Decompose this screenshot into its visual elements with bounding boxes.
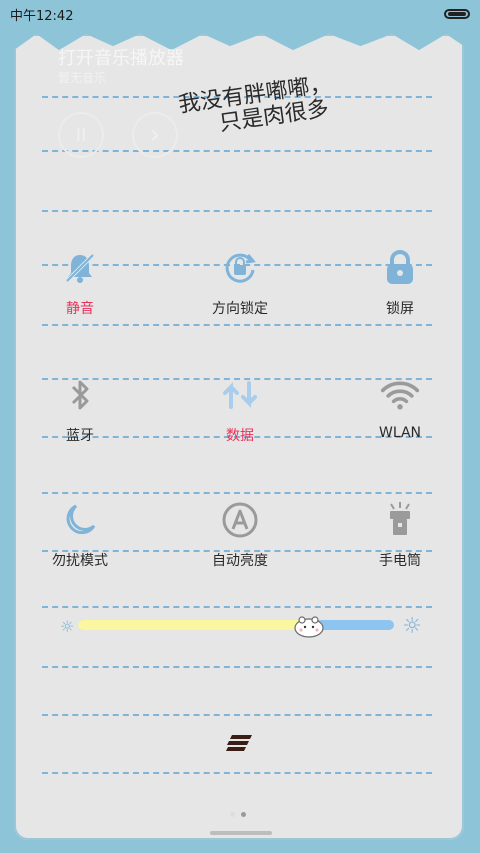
next-icon: › — [149, 120, 161, 150]
bell-muted-icon — [60, 248, 100, 288]
flashlight-label: 手电筒 — [379, 553, 421, 569]
wifi-icon — [380, 375, 420, 415]
slider-fill — [78, 620, 309, 630]
battery-icon — [444, 9, 470, 19]
lock-icon — [380, 248, 420, 288]
toggle-flashlight[interactable]: 手电筒 — [340, 500, 460, 570]
ruled-line — [42, 772, 432, 774]
toggle-mute[interactable]: 静音 — [20, 248, 140, 318]
sun-large-icon: ☼ — [402, 614, 422, 639]
ruled-line — [42, 714, 432, 716]
moon-icon — [60, 500, 100, 540]
ruled-line — [42, 492, 432, 494]
page-dot — [230, 812, 235, 817]
lock-screen-label: 锁屏 — [386, 301, 414, 317]
rotation-lock-icon — [220, 248, 260, 288]
next-button[interactable]: › — [132, 112, 178, 158]
toggle-do-not-disturb[interactable]: 勿扰模式 — [20, 500, 140, 570]
toggle-mobile-data[interactable]: 数据 — [180, 375, 300, 445]
wlan-label: WLAN — [378, 425, 421, 441]
auto-brightness-label: 自动亮度 — [212, 553, 268, 569]
pause-icon: II — [75, 124, 87, 146]
page-dot-active — [241, 812, 246, 817]
ruled-line — [42, 666, 432, 668]
toggle-wlan[interactable]: WLAN — [340, 375, 460, 441]
music-subtitle: 暂无音乐 — [58, 71, 107, 85]
toggle-auto-brightness[interactable]: 自动亮度 — [180, 500, 300, 570]
status-time: 中午12:42 — [10, 8, 74, 24]
mobile-data-label: 数据 — [226, 428, 254, 444]
toggle-lock-screen[interactable]: 锁屏 — [340, 248, 460, 318]
pause-button[interactable]: II — [58, 112, 104, 158]
sync-arrows-icon — [220, 375, 260, 415]
status-bar: 中午12:42 — [0, 0, 480, 28]
ruled-line — [42, 210, 432, 212]
panel-handle[interactable] — [210, 831, 272, 835]
hamster-slider-thumb[interactable] — [293, 614, 325, 638]
ruled-line — [42, 324, 432, 326]
auto-brightness-icon — [220, 500, 260, 540]
sun-small-icon: ☼ — [60, 617, 75, 636]
brightness-slider[interactable]: ☼ ☼ — [60, 614, 422, 639]
bluetooth-icon — [60, 375, 100, 415]
rotation-lock-label: 方向锁定 — [212, 301, 268, 317]
music-title[interactable]: 打开音乐播放器 — [58, 44, 184, 70]
slider-track[interactable] — [78, 616, 394, 638]
do-not-disturb-label: 勿扰模式 — [52, 553, 108, 569]
ruled-line — [42, 606, 432, 608]
mute-label: 静音 — [66, 301, 94, 317]
toggle-rotation-lock[interactable]: 方向锁定 — [180, 248, 300, 318]
ruled-line — [42, 150, 432, 152]
flashlight-icon — [380, 500, 420, 540]
edit-toggles-icon[interactable] — [224, 731, 256, 755]
bluetooth-label: 蓝牙 — [66, 428, 94, 444]
toggle-bluetooth[interactable]: 蓝牙 — [20, 375, 140, 445]
page-indicator — [230, 812, 246, 817]
